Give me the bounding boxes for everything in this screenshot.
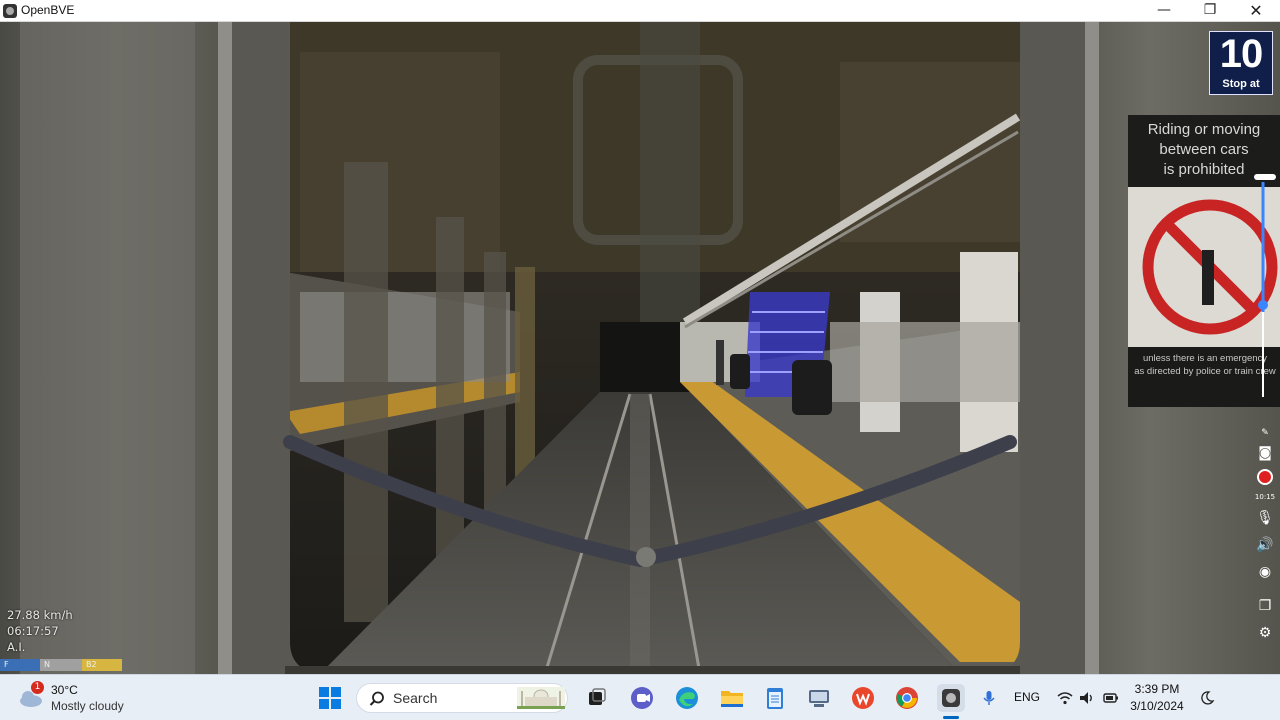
search-highlight-image <box>517 687 565 709</box>
hud-notch-segment: F <box>0 659 40 671</box>
hud-mode: A.I. <box>7 640 26 654</box>
hud-notch-segment: B2 <box>82 659 122 671</box>
maximize-button[interactable]: ❐ <box>1187 0 1233 22</box>
webcam-icon[interactable]: ◉ <box>1252 562 1278 582</box>
weather-temperature[interactable]: 30°C <box>51 683 78 697</box>
window-titlebar[interactable]: OpenBVE — ❐ ✕ <box>0 0 1280 22</box>
edge-browser-icon[interactable] <box>673 684 701 712</box>
record-icon[interactable] <box>1252 469 1278 489</box>
screen-recorder-toolbar[interactable]: ✎ ◙ 10:15 🎙 🔊 ◉ ❐ ⚙ <box>1250 142 1280 642</box>
poster-line: Riding or moving <box>1147 121 1261 138</box>
openbve-taskbar-icon[interactable] <box>937 684 965 712</box>
camera-icon[interactable]: ◙ <box>1252 443 1278 463</box>
weather-notification-badge: 1 <box>31 681 44 694</box>
notepad-icon[interactable] <box>761 684 789 712</box>
hud-clock: 06:17:57 <box>7 624 59 638</box>
search-label: Search <box>393 690 438 706</box>
weather-description[interactable]: Mostly cloudy <box>51 699 124 713</box>
volume-icon[interactable] <box>1078 689 1096 707</box>
speaker-icon[interactable]: 🔊 <box>1252 535 1278 555</box>
start-button[interactable] <box>316 684 344 712</box>
task-view-icon[interactable] <box>583 684 611 712</box>
chrome-browser-icon[interactable] <box>893 684 921 712</box>
simulator-viewport[interactable]: 10 Stop at Riding or moving between cars… <box>0 22 1280 674</box>
train-hud: 27.88 km/h 06:17:57 A.I. <box>7 607 73 655</box>
subway-cab-view <box>0 22 1280 674</box>
tray-clock-time[interactable]: 3:39 PM <box>1126 682 1188 696</box>
microphone-tray-icon[interactable] <box>980 689 998 707</box>
hud-notch-segment: N <box>40 659 82 671</box>
tray-clock-date[interactable]: 3/10/2024 <box>1126 699 1188 713</box>
close-button[interactable]: ✕ <box>1233 0 1279 22</box>
window-icon[interactable]: ❐ <box>1252 596 1278 616</box>
microphone-icon[interactable]: 🎙 <box>1252 508 1278 528</box>
windows-taskbar: 1 30°C Mostly cloudy Search ENG 3:39 PM … <box>0 674 1280 720</box>
input-language-indicator[interactable]: ENG <box>1014 690 1040 704</box>
stop-marker-label: Stop at <box>1222 78 1260 90</box>
file-explorer-icon[interactable] <box>718 684 746 712</box>
hud-notch-bar: F N B2 <box>0 659 122 671</box>
recording-elapsed-time: 10:15 <box>1254 493 1276 501</box>
active-app-indicator <box>943 716 959 719</box>
stop-marker-number: 10 <box>1219 32 1264 76</box>
taskbar-search-box[interactable]: Search <box>356 683 568 713</box>
network-app-icon[interactable] <box>805 684 833 712</box>
openbve-app-icon <box>3 4 17 18</box>
wps-office-icon[interactable] <box>849 684 877 712</box>
meet-app-icon[interactable] <box>628 684 656 712</box>
settings-icon[interactable]: ⚙ <box>1252 623 1278 643</box>
stop-marker-sign: 10 Stop at <box>1209 31 1273 95</box>
search-icon <box>369 691 384 706</box>
wifi-icon[interactable] <box>1056 689 1074 707</box>
window-title: OpenBVE <box>21 3 75 17</box>
battery-icon[interactable] <box>1102 689 1120 707</box>
pen-icon[interactable]: ✎ <box>1252 423 1278 443</box>
minimize-button[interactable]: — <box>1141 0 1187 22</box>
hud-speed: 27.88 km/h <box>7 608 73 622</box>
moon-icon[interactable] <box>1198 689 1216 707</box>
